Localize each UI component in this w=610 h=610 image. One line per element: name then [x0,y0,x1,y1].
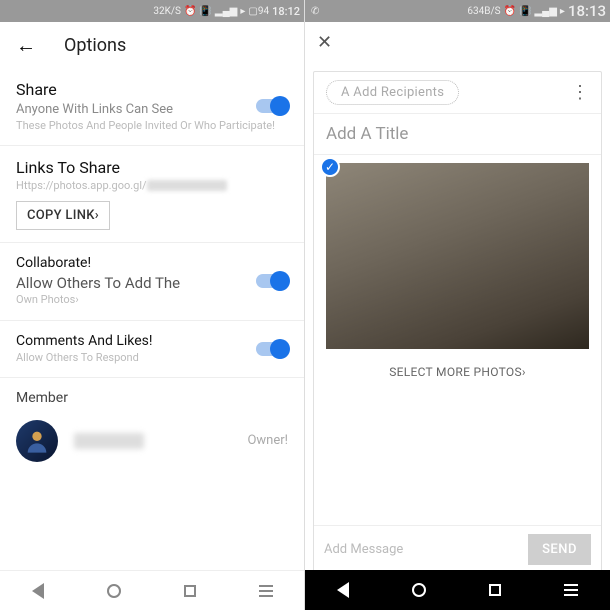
close-icon[interactable]: ✕ [317,32,332,53]
nav-bar-right [305,570,610,610]
clock: 18:13 [568,2,606,20]
collaborate-title: Collaborate! [16,255,288,271]
app-header: ← Options [0,22,304,68]
options-screen: 32K/S ⏰ 📳 ▂▄▆ ▸ ▢94 18:12 ← Options Shar… [0,0,305,610]
back-arrow-icon[interactable]: ← [16,33,36,58]
photo-area: ✓ SELECT MORE PHOTOS› [314,155,601,417]
selected-check-icon[interactable]: ✓ [320,157,340,177]
member-row[interactable]: Owner! [0,410,304,472]
share-url: Https://photos.app.goo.gl/ [16,179,288,193]
copy-link-button[interactable]: COPY LINK› [16,201,110,230]
compose-screen: ✆ 634B/S ⏰ 📳 ▂▄▆ ▸ 18:13 ✕ A Add Recipie… [305,0,610,610]
nav-home-icon[interactable] [412,583,426,597]
nav-bar-left [0,570,304,610]
photo-thumbnail[interactable]: ✓ [326,163,589,349]
comments-toggle[interactable] [256,342,288,356]
links-section: Links To Share Https://photos.app.goo.gl… [0,146,304,243]
title-input[interactable]: Add A Title [314,114,601,155]
message-input[interactable]: Add Message [324,542,520,557]
signal-icon: ▂▄▆ [215,6,237,17]
share-caption: These Photos And People Invited Or Who P… [16,119,288,133]
status-bar-left: 32K/S ⏰ 📳 ▂▄▆ ▸ ▢94 18:12 [0,0,304,22]
url-redacted [147,180,227,191]
nav-recent-icon[interactable] [489,584,501,596]
comments-section: Comments And Likes! Allow Others To Resp… [0,321,304,378]
net-speed: 634B/S [467,6,500,17]
avatar-image-icon [23,427,51,455]
add-recipients-button[interactable]: A Add Recipients [326,80,459,105]
member-heading: Member [0,378,304,410]
recipients-row: A Add Recipients ⋮ [314,72,601,114]
battery-icon: ▢94 [248,6,269,17]
signal-icon: ▂▄▆ [534,6,556,17]
page-title: Options [64,35,126,56]
collaborate-subtitle: Allow Others To Add The [16,273,288,293]
net-speed: 32K/S [153,6,181,17]
nav-back-icon[interactable] [337,582,349,598]
collaborate-caption: Own Photos› [16,293,288,307]
status-bar-right: ✆ 634B/S ⏰ 📳 ▂▄▆ ▸ 18:13 [305,0,610,22]
photo-image [326,163,589,349]
nav-menu-icon[interactable] [564,584,578,596]
nav-home-icon[interactable] [107,584,121,598]
nav-menu-icon[interactable] [259,585,273,597]
wifi-icon: ▸ [240,6,245,17]
nav-back-icon[interactable] [32,583,44,599]
share-subtitle: Anyone With Links Can See [16,101,288,119]
clock: 18:12 [272,5,300,18]
compose-card: A Add Recipients ⋮ Add A Title ✓ SELECT … [313,71,602,602]
comments-subtitle: Allow Others To Respond [16,351,288,365]
member-role: Owner! [247,433,288,448]
collaborate-toggle[interactable] [256,274,288,288]
avatar [16,420,58,462]
select-more-photos-button[interactable]: SELECT MORE PHOTOS› [326,349,589,409]
overflow-menu-icon[interactable]: ⋮ [571,88,589,97]
comments-title: Comments And Likes! [16,333,288,349]
member-name-redacted [74,433,144,449]
share-title: Share [16,80,288,99]
close-row: ✕ [305,22,610,63]
wifi-icon: ▸ [560,6,565,17]
alarm-icon: ⏰ [184,6,196,17]
vibrate-icon: 📳 [519,6,531,17]
alarm-icon: ⏰ [504,6,516,17]
share-section: Share Anyone With Links Can See These Ph… [0,68,304,146]
whatsapp-icon: ✆ [311,6,319,17]
send-button[interactable]: SEND [528,534,591,565]
links-title: Links To Share [16,158,288,177]
vibrate-icon: 📳 [199,6,211,17]
share-toggle[interactable] [256,99,288,113]
collaborate-section: Collaborate! Allow Others To Add The Own… [0,243,304,321]
message-row: Add Message SEND [314,525,601,573]
nav-recent-icon[interactable] [184,585,196,597]
